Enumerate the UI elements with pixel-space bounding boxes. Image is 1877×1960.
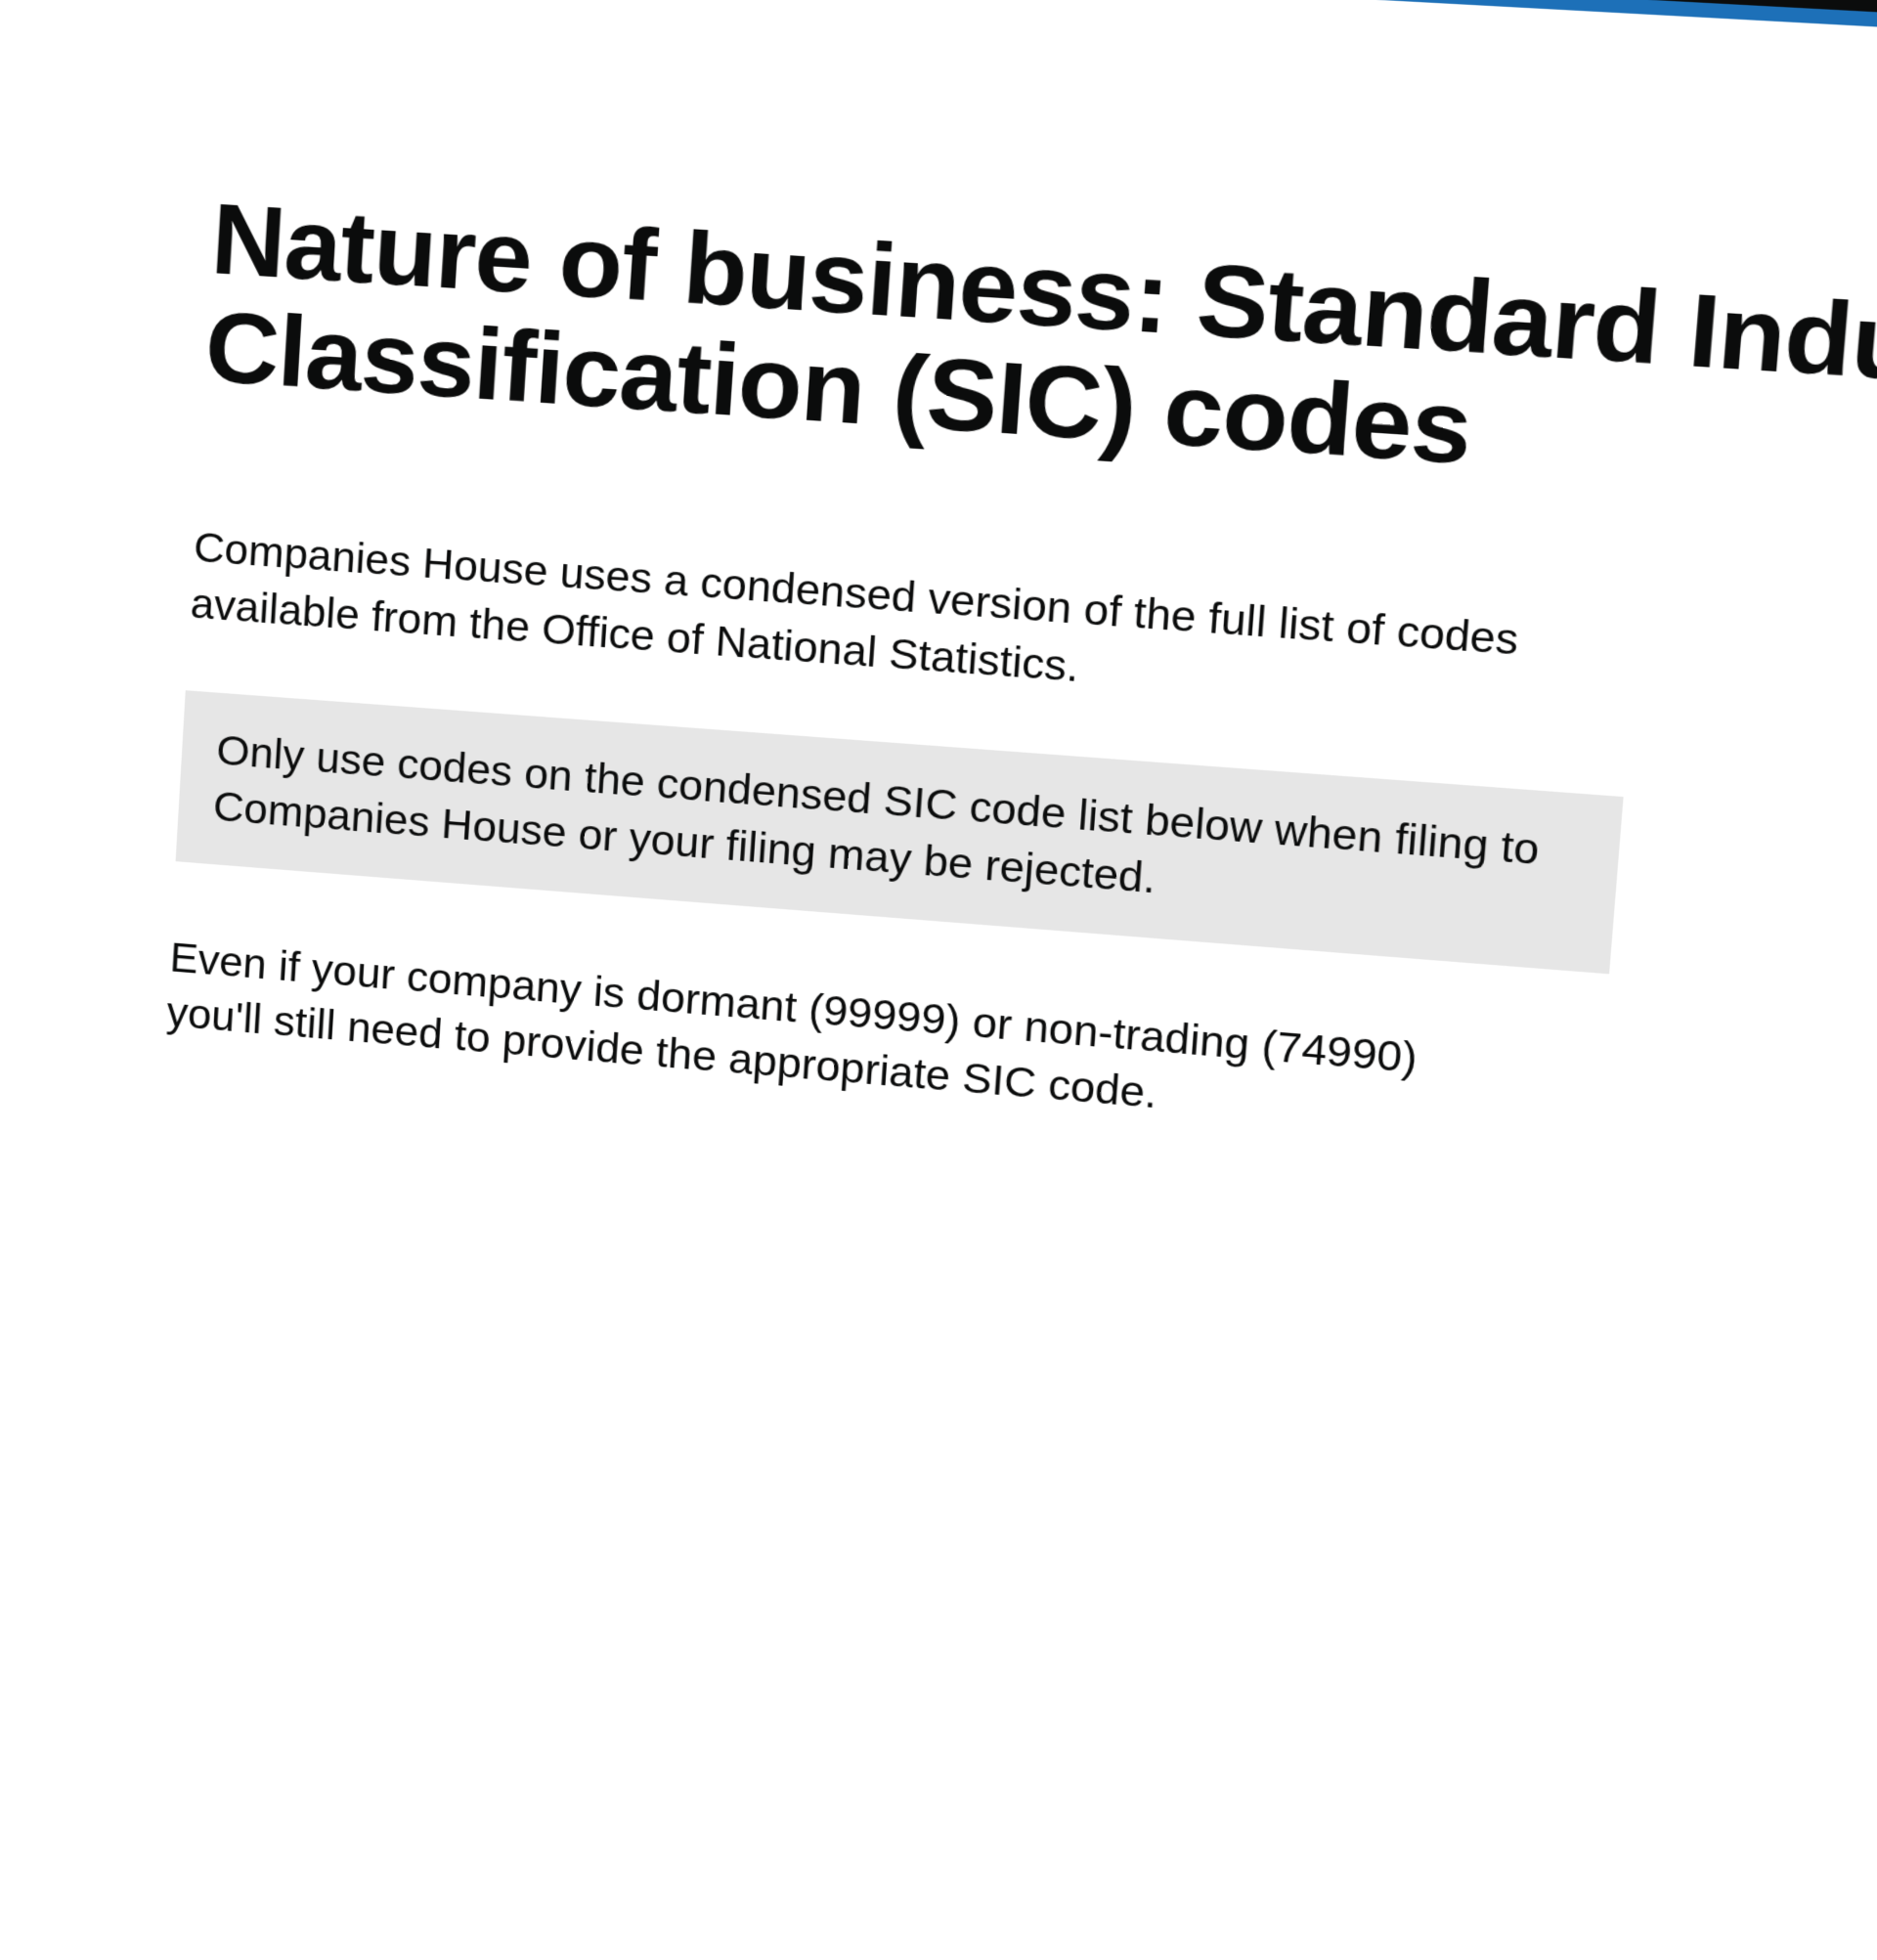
page-scene: Companies House Nature of business: Stan…: [0, 0, 1877, 1960]
after-paragraph: Even if your company is dormant (99999) …: [165, 930, 1487, 1150]
page-body: Nature of business: Standard Industrial …: [0, 0, 1877, 1960]
page-title: Nature of business: Standard Industrial …: [202, 185, 1877, 536]
callout-box: Only use codes on the condensed SIC code…: [176, 691, 1624, 975]
callout-text: Only use codes on the condensed SIC code…: [212, 722, 1585, 940]
intro-paragraph: Companies House uses a condensed version…: [189, 519, 1563, 730]
